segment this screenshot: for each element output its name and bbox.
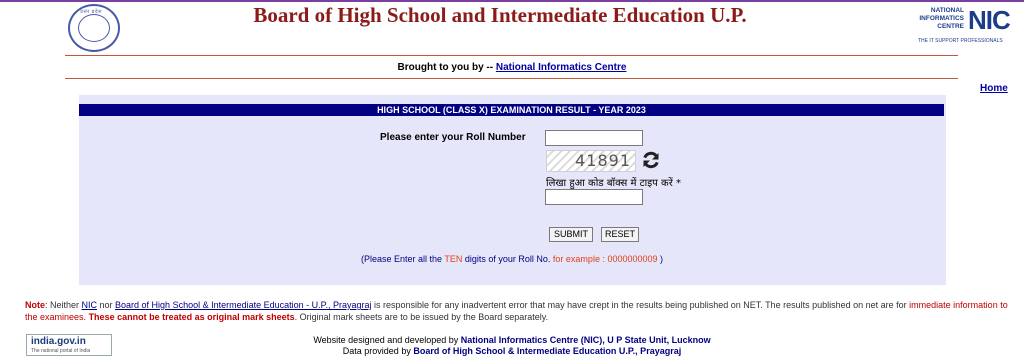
note-text-1: : Neither [45,300,82,310]
note-warning: These cannot be treated as original mark… [88,311,295,322]
footer-developer: National Informatics Centre (NIC), U P S… [460,335,711,345]
note-text-4: Original mark sheets are to be issued by… [297,311,549,322]
nic-logo-line3: CENTRE [937,23,964,30]
emblem-inner-ring [78,14,110,42]
footer-line-1: Website designed and developed by Nation… [0,335,1024,346]
note-nic-link[interactable]: NIC [82,300,98,310]
roll-number-label: Please enter your Roll Number [380,132,526,143]
captcha-image: 41891 [546,150,636,172]
hint-example: for example : 0000000009 [552,254,658,264]
brought-by-prefix: Brought to you by -- [397,62,496,73]
nic-logo-mark: NIC [968,5,1011,35]
header-divider [65,55,958,56]
hint-close: ) [657,254,663,264]
brought-by: Brought to you by -- National Informatic… [0,62,1024,73]
nic-logo: NATIONAL INFORMATICS CENTRE NIC THE IT S… [918,5,1011,45]
footer-credits: Website designed and developed by Nation… [0,335,1024,356]
roll-number-input[interactable] [545,130,643,146]
form-heading: HIGH SCHOOL (CLASS X) EXAMINATION RESULT… [79,104,944,116]
nic-logo-tagline: THE IT SUPPORT PROFESSIONALS [918,38,1003,44]
captcha-label: लिखा हुआ कोड बॉक्स में टाइप करें * [546,178,681,189]
page-title: Board of High School and Intermediate Ed… [253,3,747,27]
note-text-2: nor [97,300,116,310]
footer-line-2: Data provided by Board of High School & … [0,346,1024,357]
nic-link[interactable]: National Informatics Centre [496,62,627,73]
nic-logo-text: NATIONAL INFORMATICS CENTRE [918,7,964,31]
note-label: Note [25,300,45,310]
hint-mid: digits of your Roll No. [462,254,553,264]
reset-button[interactable]: RESET [601,227,639,242]
up-board-emblem-icon: उत्तर प्रदेश [68,4,120,52]
captcha-input[interactable] [545,189,643,205]
disclaimer-note: Note: Neither NIC nor Board of High Scho… [25,300,1015,323]
refresh-icon[interactable] [641,150,661,170]
nic-logo-line2: INFORMATICS [919,15,964,22]
nic-logo-line1: NATIONAL [930,7,964,14]
submit-button[interactable]: SUBMIT [549,227,593,242]
note-board-link[interactable]: Board of High School & Intermediate Educ… [115,300,371,310]
hint-open: (Please Enter all the [360,254,445,264]
top-border [0,0,1024,2]
footer-data-provider: Board of High School & Intermediate Educ… [413,345,682,356]
footer-line2-prefix: Data provided by [342,345,414,356]
roll-number-hint: (Please Enter all the TEN digits of your… [0,254,1024,264]
hint-ten: TEN [444,254,463,264]
subheader-divider [65,78,958,79]
footer-line1-prefix: Website designed and developed by [313,335,461,345]
note-text-3: is responsible for any inadvertent error… [371,300,910,310]
home-link[interactable]: Home [980,83,1008,94]
emblem-caption: उत्तर प्रदेश [80,9,103,15]
